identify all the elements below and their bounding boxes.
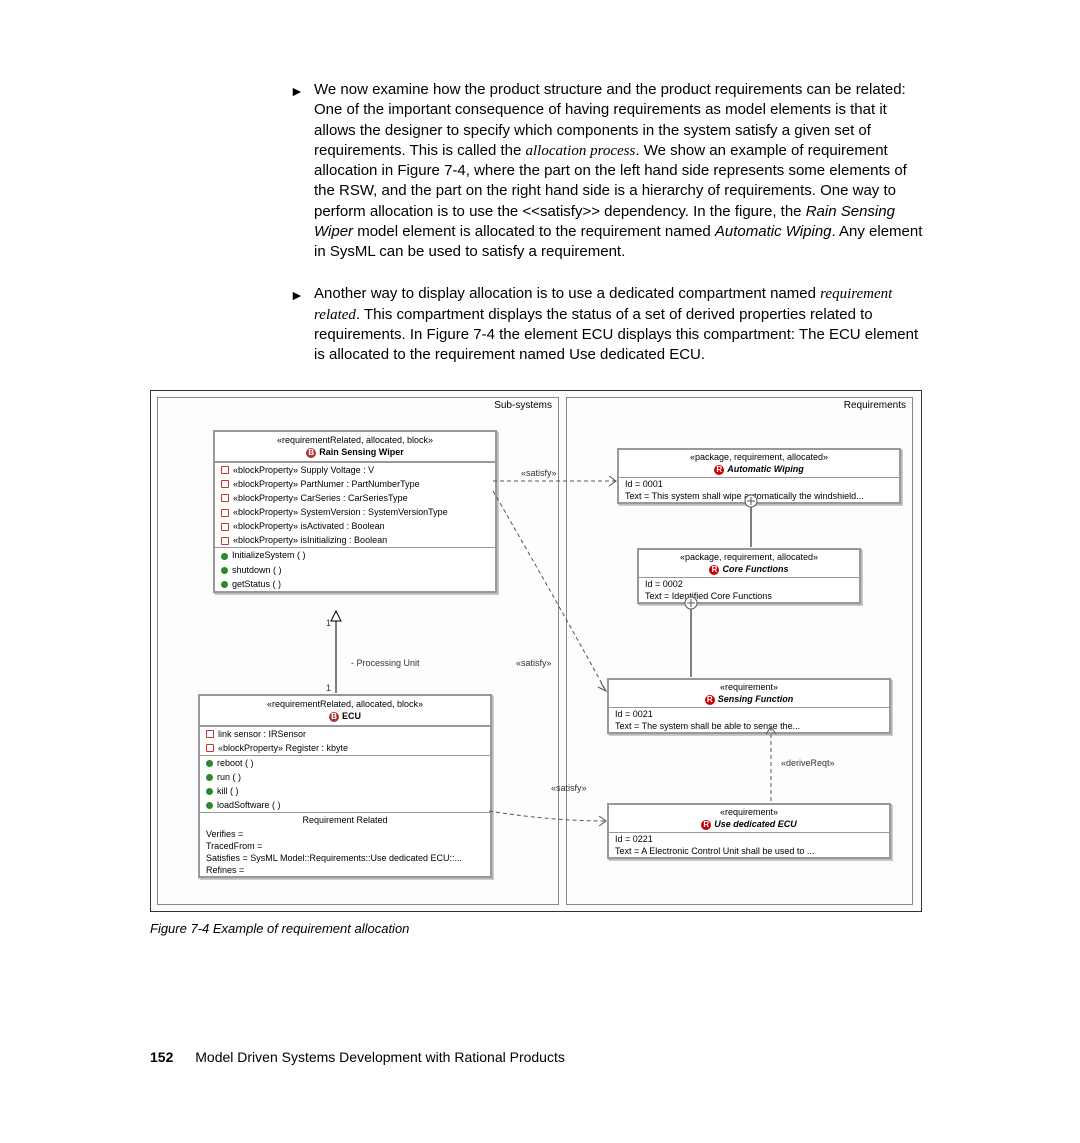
stereotype-label: «requirementRelated, allocated, block» — [204, 698, 486, 710]
stereotype-label: «requirementRelated, allocated, block» — [219, 434, 491, 446]
bullet-text: Another way to display allocation is to … — [314, 284, 930, 365]
requirement-icon: R — [705, 695, 715, 705]
bullet-marker-icon: ► — [290, 284, 314, 365]
block-name: ECU — [342, 711, 361, 721]
figure-diagram: Sub-systems «requirementRelated, allocat… — [150, 390, 922, 912]
requirement-use-dedicated-ecu: «requirement» RUse dedicated ECU Id = 02… — [607, 803, 891, 859]
subsystems-frame: Sub-systems «requirementRelated, allocat… — [157, 397, 559, 905]
requirement-icon: R — [709, 565, 719, 575]
requirement-automatic-wiping: «package, requirement, allocated» RAutom… — [617, 448, 901, 504]
frame-label: Sub-systems — [494, 399, 552, 413]
bullet-text: We now examine how the product structure… — [314, 80, 930, 262]
block-name: Rain Sensing Wiper — [319, 447, 403, 457]
figure-caption: Figure 7-4 Example of requirement alloca… — [150, 920, 930, 938]
requirements-frame: Requirements «package, requirement, allo… — [566, 397, 913, 905]
frame-label: Requirements — [844, 399, 906, 413]
bullet-item: ► Another way to display allocation is t… — [290, 284, 930, 365]
page-footer: 152 Model Driven Systems Development wit… — [150, 1048, 930, 1067]
page-number: 152 — [150, 1049, 173, 1065]
requirement-core-functions: «package, requirement, allocated» RCore … — [637, 548, 861, 604]
bullet-marker-icon: ► — [290, 80, 314, 262]
requirement-icon: R — [701, 820, 711, 830]
compartment-title: Requirement Related — [200, 813, 490, 827]
bullet-item: ► We now examine how the product structu… — [290, 80, 930, 262]
block-icon: B — [329, 712, 339, 722]
requirement-sensing-function: «requirement» RSensing Function Id = 002… — [607, 678, 891, 734]
footer-title: Model Driven Systems Development with Ra… — [195, 1049, 565, 1065]
block-icon: B — [306, 448, 316, 458]
block-ecu: «requirementRelated, allocated, block» B… — [198, 694, 492, 878]
block-rain-sensing-wiper: «requirementRelated, allocated, block» B… — [213, 430, 497, 593]
requirement-icon: R — [714, 465, 724, 475]
